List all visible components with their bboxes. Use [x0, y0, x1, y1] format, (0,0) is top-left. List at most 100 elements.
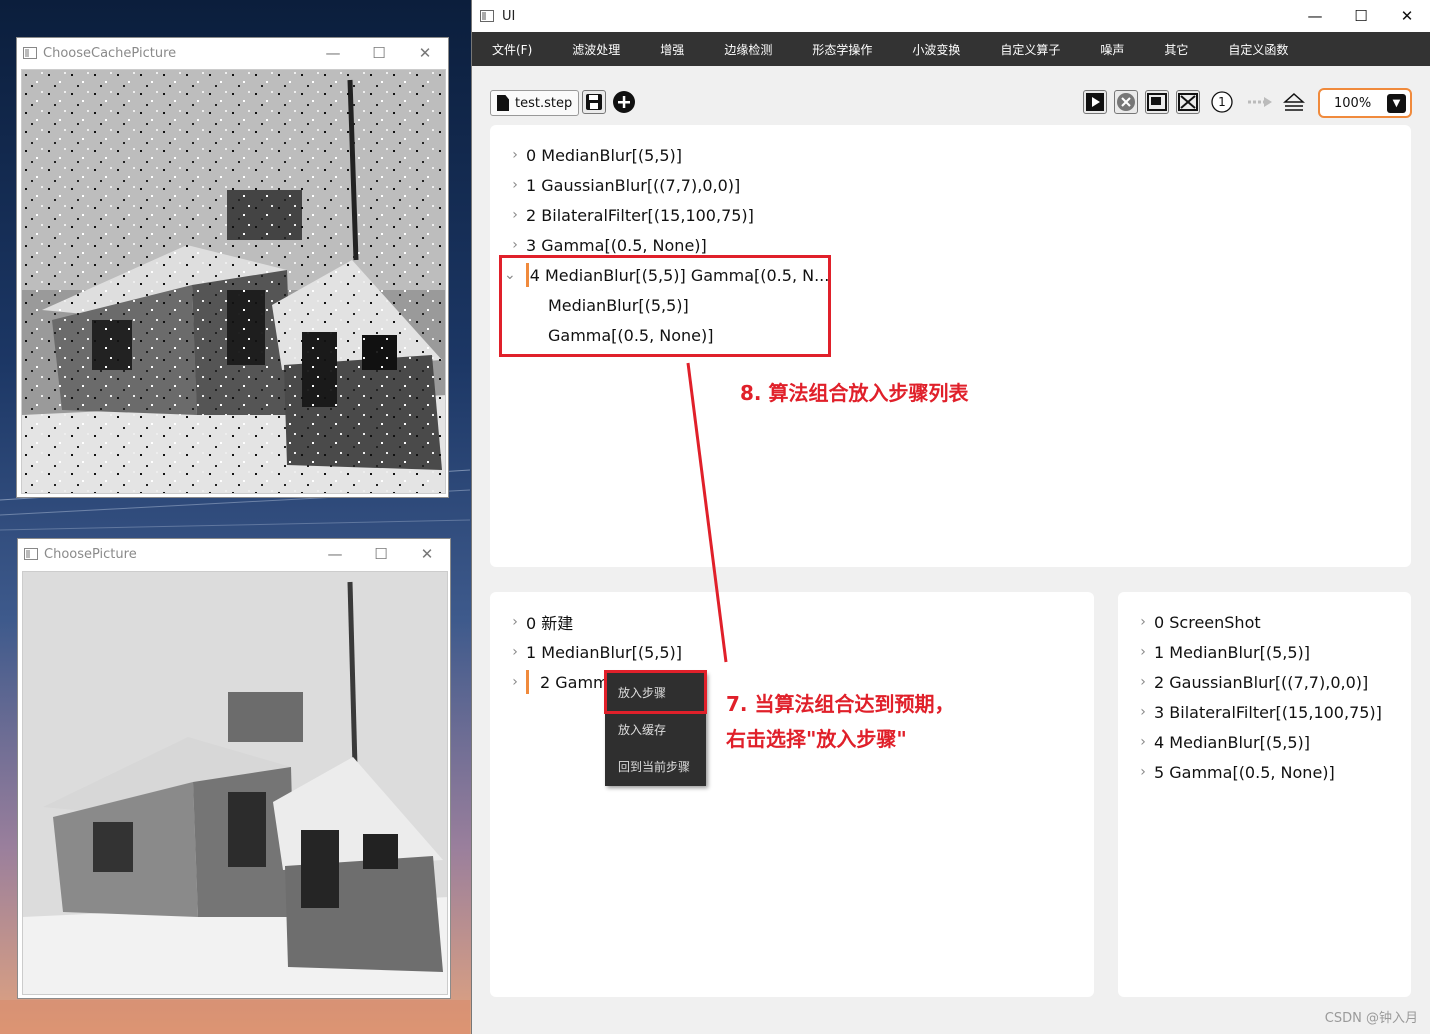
tree-item-label: 2 Gamm: [540, 672, 609, 692]
tree-item[interactable]: › 0 MedianBlur[(5,5)]: [504, 141, 682, 169]
tree-item-label: 2 BilateralFilter[(15,100,75)]: [526, 205, 754, 225]
tree-item[interactable]: › 1 GaussianBlur[((7,7),0,0)]: [504, 171, 740, 199]
app-icon: [23, 47, 37, 59]
annotation-step8: 8. 算法组合放入步骤列表: [740, 381, 969, 405]
annotation-step7-line1: 7. 当算法组合达到预期，: [726, 692, 955, 716]
menu-morphology[interactable]: 形态学操作: [812, 41, 872, 58]
tree-item-label: 4 MedianBlur[(5,5)]: [1154, 732, 1311, 752]
watermark: CSDN @钟入月: [1324, 1011, 1418, 1026]
maximize-icon[interactable]: ☐: [356, 44, 402, 62]
annotation-step7-line2: 右击选择"放入步骤": [726, 727, 907, 751]
cache-list-panel: › 0 ScreenShot › 1 MedianBlur[(5,5)] › 2…: [1118, 592, 1411, 997]
chevron-right-icon[interactable]: ›: [1132, 764, 1154, 780]
minimize-icon[interactable]: —: [1292, 7, 1338, 25]
save-icon[interactable]: [582, 90, 606, 114]
menu-file[interactable]: 文件(F): [492, 41, 532, 58]
maximize-icon[interactable]: ☐: [1338, 7, 1384, 25]
zoom-select[interactable]: 100% ▼: [1318, 88, 1412, 118]
menu-wavelet[interactable]: 小波变换: [912, 41, 960, 58]
minimize-icon[interactable]: —: [312, 545, 358, 563]
toolbar: test.step 1 100% ▼: [490, 88, 1412, 120]
tree-item[interactable]: › 0 新建: [504, 608, 573, 636]
tree-item-label: 2 GaussianBlur[((7,7),0,0)]: [1154, 672, 1369, 692]
tree-item-label: 1 MedianBlur[(5,5)]: [1154, 642, 1311, 662]
screenshot-icon[interactable]: [1145, 90, 1169, 114]
step-number: 1: [1218, 95, 1226, 109]
window-titlebar: ChoosePicture — ☐ ✕: [18, 539, 450, 569]
window-titlebar: ChooseCachePicture — ☐ ✕: [17, 38, 448, 68]
run-icon[interactable]: [1083, 90, 1107, 114]
chevron-right-icon[interactable]: ›: [504, 177, 526, 193]
tree-item-label: 0 ScreenShot: [1154, 612, 1261, 632]
next-step-arrow-icon[interactable]: [1245, 90, 1275, 114]
chevron-right-icon[interactable]: ›: [504, 614, 526, 630]
main-window: UI — ☐ ✕ 文件(F) 滤波处理 增强 边缘检测 形态学操作 小波变换 自…: [471, 0, 1430, 1034]
stop-icon[interactable]: [1114, 90, 1138, 114]
menu-bar: 文件(F) 滤波处理 增强 边缘检测 形态学操作 小波变换 自定义算子 噪声 其…: [472, 32, 1430, 66]
maximize-icon[interactable]: ☐: [358, 545, 404, 563]
chevron-down-icon[interactable]: ▼: [1387, 94, 1406, 113]
app-icon: [24, 548, 38, 560]
menu-filter[interactable]: 滤波处理: [572, 41, 620, 58]
chevron-right-icon[interactable]: ›: [1132, 704, 1154, 720]
chevron-right-icon[interactable]: ›: [1132, 644, 1154, 660]
tree-item-label: 0 MedianBlur[(5,5)]: [526, 145, 683, 165]
context-menu-back-to-current-step[interactable]: 回到当前步骤: [618, 758, 690, 775]
tree-item[interactable]: › 0 ScreenShot: [1132, 608, 1261, 636]
context-menu-put-in-cache[interactable]: 放入缓存: [618, 721, 666, 738]
combination-list-panel: › 0 新建 › 1 MedianBlur[(5,5)] › 2 Gamm: [490, 592, 1094, 997]
chevron-right-icon[interactable]: ›: [1132, 734, 1154, 750]
tree-item-label: 5 Gamma[(0.5, None)]: [1154, 762, 1335, 782]
step-file-button[interactable]: test.step: [490, 90, 580, 116]
chevron-right-icon[interactable]: ›: [504, 237, 526, 253]
tree-item[interactable]: › 5 Gamma[(0.5, None)]: [1132, 758, 1335, 786]
tree-item-label: 1 GaussianBlur[((7,7),0,0)]: [526, 175, 741, 195]
chevron-right-icon[interactable]: ›: [504, 644, 526, 660]
menu-edge-detection[interactable]: 边缘检测: [724, 41, 772, 58]
main-titlebar: UI — ☐ ✕: [472, 0, 1430, 32]
clear-image-icon[interactable]: [1176, 90, 1200, 114]
tree-item[interactable]: › 2 BilateralFilter[(15,100,75)]: [504, 201, 754, 229]
eject-icon[interactable]: [1282, 90, 1306, 114]
tree-item[interactable]: › 2 GaussianBlur[((7,7),0,0)]: [1132, 668, 1368, 696]
tree-item-label: 0 新建: [526, 614, 574, 633]
chevron-right-icon[interactable]: ›: [504, 207, 526, 223]
tree-item-selected[interactable]: › 2 Gamm: [504, 668, 609, 696]
tree-item-label: 3 BilateralFilter[(15,100,75)]: [1154, 702, 1382, 722]
menu-other[interactable]: 其它: [1164, 41, 1188, 58]
add-icon[interactable]: [612, 90, 636, 114]
window-title: ChoosePicture: [44, 546, 137, 562]
choose-picture-window: ChoosePicture — ☐ ✕: [17, 538, 451, 999]
choose-cache-picture-window: ChooseCachePicture — ☐ ✕: [16, 37, 449, 498]
chevron-right-icon[interactable]: ›: [1132, 674, 1154, 690]
window-title: ChooseCachePicture: [43, 45, 177, 61]
zoom-value: 100%: [1334, 95, 1372, 111]
annotation-box-steps: [499, 255, 831, 357]
tree-item[interactable]: › 1 MedianBlur[(5,5)]: [504, 638, 682, 666]
close-icon[interactable]: ✕: [402, 44, 448, 62]
menu-noise[interactable]: 噪声: [1100, 41, 1124, 58]
tree-item[interactable]: › 3 BilateralFilter[(15,100,75)]: [1132, 698, 1382, 726]
annotation-box-context-item: [604, 670, 707, 714]
cache-picture-image: [21, 69, 446, 494]
tree-item[interactable]: › 4 MedianBlur[(5,5)]: [1132, 728, 1310, 756]
window-title: UI: [502, 8, 516, 24]
chevron-right-icon[interactable]: ›: [504, 147, 526, 163]
selection-marker: [526, 670, 529, 694]
step-number-icon[interactable]: 1: [1210, 90, 1234, 114]
chevron-right-icon[interactable]: ›: [1132, 614, 1154, 630]
chevron-right-icon[interactable]: ›: [504, 674, 526, 690]
step-file-label: test.step: [515, 95, 573, 111]
document-icon: [497, 95, 509, 111]
close-icon[interactable]: ✕: [1384, 7, 1430, 25]
close-icon[interactable]: ✕: [404, 545, 450, 563]
choose-picture-image: [22, 571, 448, 995]
menu-enhance[interactable]: 增强: [660, 41, 684, 58]
app-icon: [480, 10, 494, 22]
minimize-icon[interactable]: —: [310, 44, 356, 62]
tree-item-label: 1 MedianBlur[(5,5)]: [526, 642, 683, 662]
menu-custom-function[interactable]: 自定义函数: [1228, 41, 1288, 58]
tree-item-label: 3 Gamma[(0.5, None)]: [526, 235, 707, 255]
menu-custom-operator[interactable]: 自定义算子: [1000, 41, 1060, 58]
tree-item[interactable]: › 1 MedianBlur[(5,5)]: [1132, 638, 1310, 666]
